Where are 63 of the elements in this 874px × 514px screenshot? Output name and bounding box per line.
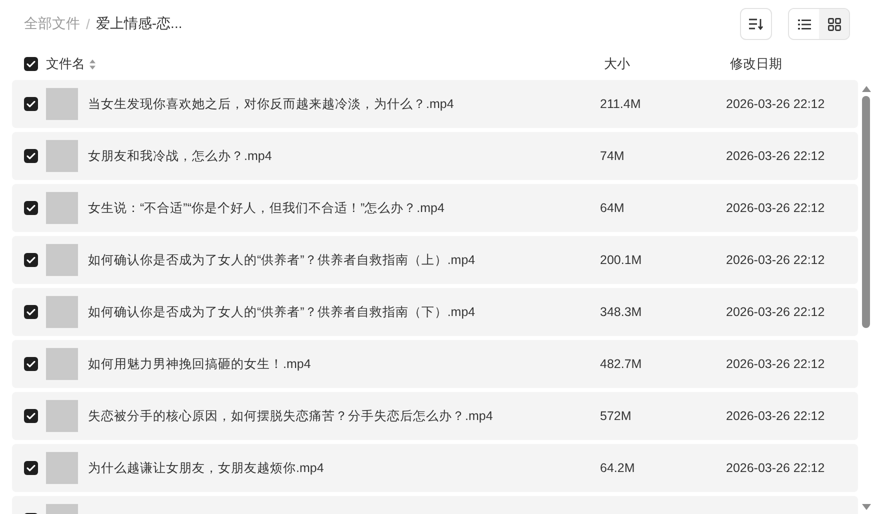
file-name: 当女生发现你喜欢她之后，对你反而越来越冷淡，为什么？.mp4	[88, 96, 455, 112]
file-size: 200.1M	[600, 253, 643, 267]
file-row[interactable]: 如何确认你是否成为了女人的“供养者”？供养者自救指南（上）.mp4 200.1M 2026-03-26 22:12	[12, 236, 858, 284]
row-checkbox[interactable]	[24, 409, 38, 423]
file-name: 为什么越谦让女朋友，女朋友越烦你.mp4	[88, 460, 325, 476]
file-size: 572M	[600, 409, 632, 423]
file-size: 74M	[600, 149, 626, 163]
file-size: 64.2M	[600, 461, 636, 475]
file-name: 如何用魅力男神挽回搞砸的女生！.mp4	[88, 356, 312, 372]
scrollbar-thumb[interactable]	[862, 96, 870, 328]
row-checkbox[interactable]	[24, 305, 38, 319]
video-thumbnail-placeholder	[46, 452, 78, 484]
file-row[interactable]: 为什么越谦让女朋友，女朋友越烦你.mp4 64.2M 2026-03-26 22:12	[12, 444, 858, 492]
modified-date: 2026-03-26 22:12	[726, 357, 826, 371]
modified-date: 2026-03-26 22:12	[726, 253, 826, 267]
file-size: 64M	[600, 201, 626, 215]
breadcrumb-separator: /	[86, 16, 90, 32]
video-thumbnail-placeholder	[46, 88, 78, 120]
row-checkbox[interactable]	[24, 357, 38, 371]
row-checkbox[interactable]	[24, 253, 38, 267]
modified-date: 2026-03-26 22:12	[726, 461, 826, 475]
file-name: 女生说：“不合适”“你是个好人，但我们不合适！”怎么办？.mp4	[88, 200, 446, 216]
scroll-up-icon[interactable]	[862, 86, 870, 92]
modified-date: 2026-03-26 22:12	[726, 305, 826, 319]
video-thumbnail-placeholder	[46, 192, 78, 224]
scroll-down-icon[interactable]	[862, 504, 870, 510]
modified-date: 2026-03-26 22:12	[726, 409, 826, 423]
video-thumbnail-placeholder	[46, 140, 78, 172]
row-checkbox[interactable]	[24, 97, 38, 111]
row-checkbox[interactable]	[24, 149, 38, 163]
grid-icon	[828, 18, 840, 30]
file-row[interactable]: 当女生发现你喜欢她之后，对你反而越来越冷淡，为什么？.mp4 211.4M 2026-03-26 22:12	[12, 80, 858, 128]
row-checkbox[interactable]	[24, 461, 38, 475]
file-name: 如何确认你是否成为了女人的“供养者”？供养者自救指南（下）.mp4	[88, 304, 476, 320]
file-row[interactable]: 失恋被分手的核心原因，如何摆脱失恋痛苦？分手失恋后怎么办？.mp4 572M 2026-03-26 22:12	[12, 392, 858, 440]
list-icon	[798, 18, 810, 30]
video-thumbnail-placeholder	[46, 348, 78, 380]
sort-icon	[749, 18, 763, 30]
file-size: 211.4M	[600, 97, 642, 111]
row-checkbox[interactable]	[24, 201, 38, 215]
file-size: 482.7M	[600, 357, 643, 371]
breadcrumb-item: 爱上情感-恋...	[96, 15, 182, 33]
file-row[interactable]: 女生说：“不合适”“你是个好人，但我们不合适！”怎么办？.mp4 64M 2026-03-26 22:12	[12, 184, 858, 232]
modified-date: 2026-03-26 22:12	[726, 149, 826, 163]
column-header[interactable]: 文件名	[46, 55, 85, 73]
modified-date: 2026-03-26 22:12	[726, 97, 826, 111]
sort-arrows-icon[interactable]	[89, 58, 96, 70]
video-thumbnail-placeholder	[46, 400, 78, 432]
file-name: 如何确认你是否成为了女人的“供养者”？供养者自救指南（上）.mp4	[88, 252, 476, 268]
column-header: 大小	[604, 55, 631, 73]
modified-date: 2026-03-26 22:12	[726, 201, 826, 215]
file-row[interactable]: 如何确认你是否成为了女人的“供养者”？供养者自救指南（下）.mp4 348.3M 2026-03-26 22:12	[12, 288, 858, 336]
file-size: 348.3M	[600, 305, 643, 319]
video-thumbnail-placeholder	[46, 296, 78, 328]
file-name: 女朋友和我冷战，怎么办？.mp4	[88, 148, 273, 164]
file-row[interactable]: 如何用魅力男神挽回搞砸的女生！.mp4 482.7M 2026-03-26 22:12	[12, 340, 858, 388]
grid-view-button[interactable]	[819, 9, 849, 39]
column-header: 修改日期	[730, 55, 783, 73]
sort-button[interactable]	[740, 8, 772, 40]
select-all-checkbox[interactable]	[24, 57, 38, 71]
file-name: 失恋被分手的核心原因，如何摆脱失恋痛苦？分手失恋后怎么办？.mp4	[88, 408, 494, 424]
file-row[interactable]: 女朋友和我冷战，怎么办？.mp4 74M 2026-03-26 22:12	[12, 132, 858, 180]
video-thumbnail-placeholder	[46, 244, 78, 276]
